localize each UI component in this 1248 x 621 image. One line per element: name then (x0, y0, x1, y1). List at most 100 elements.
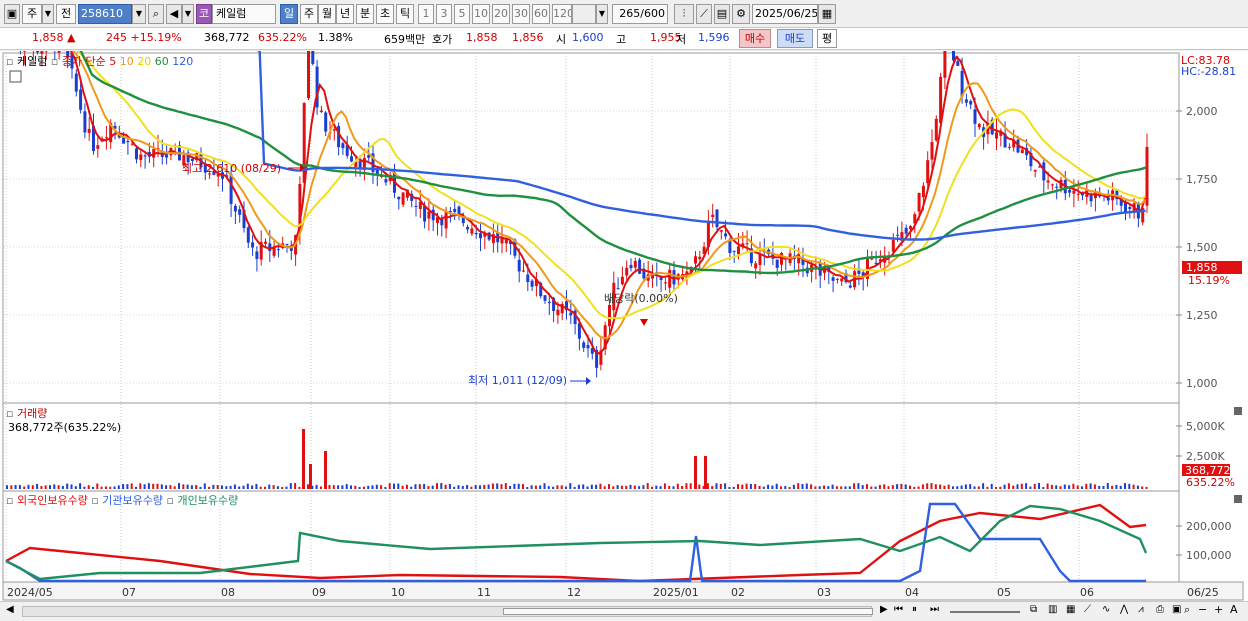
layout-icon[interactable]: ⧉ (1030, 604, 1037, 615)
holding-panel-close-icon[interactable] (1234, 495, 1242, 503)
period-3-button[interactable]: 년 (336, 4, 354, 24)
table-icon[interactable] (9, 70, 22, 83)
market-dropdown-icon[interactable]: ▼ (42, 4, 54, 24)
zoom-search-icon[interactable]: ⌕ (1184, 603, 1190, 617)
volume-bar (375, 484, 378, 489)
candle-body (629, 264, 633, 269)
auto-scale-icon[interactable]: A (1230, 603, 1238, 616)
period-4-button[interactable]: 분 (356, 4, 374, 24)
volume-bar (1115, 484, 1118, 489)
calendar-icon[interactable]: ▦ (818, 4, 836, 24)
window-icon[interactable]: ▣ (4, 4, 20, 24)
candle-body (1033, 169, 1037, 172)
interval-30-button[interactable]: 30 (512, 4, 530, 24)
candle-body (711, 214, 715, 218)
candle-icon[interactable]: ⫶ (674, 4, 694, 24)
trend-icon[interactable]: ∿ (1102, 604, 1110, 615)
split-icon[interactable]: ▥ (1048, 604, 1057, 615)
period-2-button[interactable]: 월 (318, 4, 336, 24)
volume-bar (87, 485, 90, 489)
zoom-in-icon[interactable]: + (1214, 603, 1223, 616)
stock-chart[interactable]: 3,2503,0002,7502,5002,2502,0001,7501,500… (0, 0, 1248, 602)
average-button[interactable]: 평 (817, 29, 837, 48)
interval-20-button[interactable]: 20 (492, 4, 510, 24)
line-icon[interactable]: ⟋ (1084, 604, 1091, 615)
stock-name-field[interactable]: 케일럼 (212, 4, 276, 24)
buy-button[interactable]: 매수 (739, 29, 771, 48)
image-icon[interactable]: ▣ (1172, 604, 1181, 615)
interval-120-button[interactable]: 120 (552, 4, 572, 24)
volume-bar (1119, 485, 1122, 489)
draw-icon[interactable]: ⟋ (696, 4, 712, 24)
save-icon[interactable]: ▤ (714, 4, 730, 24)
interval-input[interactable] (572, 4, 596, 24)
pattern-icon[interactable]: ⋀ (1120, 604, 1128, 615)
volume-bar (57, 485, 60, 489)
period-5-button[interactable]: 초 (376, 4, 394, 24)
volume-subtitle: 368,772주(635.22%) (8, 421, 122, 434)
volume-bar (208, 486, 211, 489)
chart-area[interactable]: 3,2503,0002,7502,5002,2502,0001,7501,500… (0, 0, 1248, 602)
candle-body (1128, 207, 1132, 209)
volume-bar (1068, 485, 1071, 489)
volume-panel-close-icon[interactable] (1234, 407, 1242, 415)
volume-bar (706, 483, 709, 489)
volume-bar (582, 484, 585, 489)
candle-body (453, 208, 457, 213)
prev-button[interactable]: 전 (56, 4, 76, 24)
volume-bar (135, 486, 137, 489)
candle-body (977, 123, 981, 128)
candle-body (530, 280, 534, 287)
pause-icon[interactable]: ⏸ (912, 604, 917, 615)
volume-panel (2, 402, 1180, 492)
volume-bar (560, 485, 563, 489)
volume-bar (767, 484, 770, 489)
scrollbar-thumb[interactable] (503, 608, 873, 615)
speaker-icon[interactable]: ◀ (166, 4, 182, 24)
volume-bar (70, 484, 73, 489)
turnover: 1.38% (318, 31, 353, 44)
date-field[interactable]: 2025/06/25 (752, 4, 818, 24)
scroll-left-icon[interactable]: ◀ (6, 604, 14, 615)
volume-bar (663, 483, 666, 489)
interval-10-button[interactable]: 10 (472, 4, 490, 24)
interval-3-button[interactable]: 3 (436, 4, 452, 24)
zoom-out-icon[interactable]: − (1198, 603, 1207, 616)
code-input[interactable]: 258610 (78, 4, 132, 24)
sell-button[interactable]: 매도 (777, 29, 813, 48)
interval-60-button[interactable]: 60 (532, 4, 550, 24)
legend-bullet: ▫ (6, 494, 14, 507)
gear-icon[interactable]: ⚙ (732, 4, 750, 24)
volume-bar (367, 485, 370, 489)
market-select[interactable]: 주 (22, 4, 42, 24)
candle-body (1145, 146, 1149, 206)
volume-bar (199, 486, 202, 489)
ma-label: 종가 단순 (61, 55, 106, 68)
volume-bar (689, 483, 692, 489)
volume-bar (31, 485, 34, 489)
horizontal-scrollbar[interactable] (22, 606, 873, 617)
play-icon[interactable]: ▶ (880, 604, 888, 615)
zoom-slider[interactable] (950, 611, 1020, 613)
period-0-button[interactable]: 일 (280, 4, 298, 24)
volume-bar (569, 483, 572, 489)
period-6-button[interactable]: 틱 (396, 4, 414, 24)
volume-bar (1033, 483, 1036, 489)
interval-1-button[interactable]: 1 (418, 4, 434, 24)
search-icon[interactable]: ⌕ (148, 4, 164, 24)
code-dropdown-icon[interactable]: ▼ (132, 4, 146, 24)
interval-dropdown-icon[interactable]: ▼ (596, 4, 608, 24)
volume-bar (156, 483, 159, 489)
speaker-dropdown-icon[interactable]: ▼ (182, 4, 194, 24)
candle-body (969, 100, 973, 105)
candle-body (276, 249, 280, 251)
volume-bar (1124, 483, 1126, 489)
last-icon[interactable]: ⏭ (930, 604, 939, 615)
wave-icon[interactable]: ⩘ (1138, 604, 1144, 615)
print-icon[interactable]: ⎙ (1156, 604, 1164, 615)
first-icon[interactable]: ⏮ (894, 604, 903, 615)
grid-icon[interactable]: ▦ (1066, 604, 1075, 615)
period-1-button[interactable]: 주 (300, 4, 318, 24)
interval-5-button[interactable]: 5 (454, 4, 470, 24)
count-field[interactable]: 265/600 (612, 4, 668, 24)
